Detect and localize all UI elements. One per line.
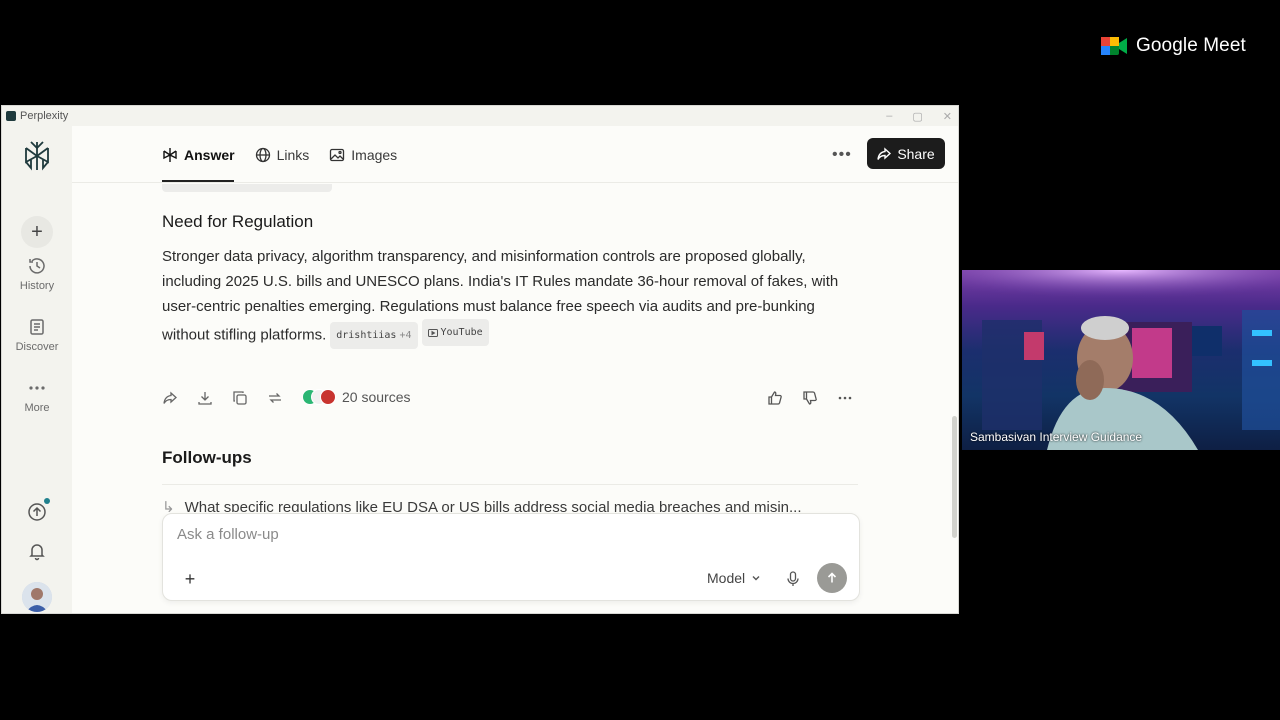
citation-chip-youtube[interactable]: YouTube [421, 319, 489, 346]
notification-dot [44, 498, 50, 504]
tab-answer[interactable]: Answer [162, 144, 235, 166]
submit-button[interactable] [817, 563, 847, 593]
image-icon [330, 148, 345, 162]
sidebar-item-label: History [19, 280, 55, 292]
share-answer-icon[interactable] [162, 390, 178, 406]
model-label: Model [707, 570, 746, 586]
citation-more-count: +4 [399, 329, 412, 341]
globe-icon [255, 147, 270, 163]
followups-divider [162, 484, 858, 485]
follow-up-input[interactable]: Ask a follow-up [177, 526, 279, 543]
followups-heading: Follow-ups [162, 448, 252, 467]
thumbs-up-icon[interactable] [767, 390, 783, 406]
perplexity-icon [163, 148, 177, 162]
tab-images[interactable]: Images [329, 144, 397, 166]
more-icon [29, 386, 45, 390]
sidebar-item-label: Discover [15, 341, 59, 353]
participant-video-tile[interactable]: Sambasivan Interview Guidance [962, 270, 1280, 450]
previous-citation-chip [162, 184, 332, 192]
meet-brand-name: Google Meet [1136, 35, 1246, 56]
rewrite-icon[interactable] [267, 390, 283, 406]
discover-icon [30, 319, 44, 335]
sidebar: + History Discover More [2, 126, 72, 613]
perplexity-window: Perplexity – ▢ ✕ + History Discover More… [1, 105, 959, 614]
answer-more-icon[interactable] [837, 390, 853, 406]
microphone-icon[interactable] [785, 570, 801, 588]
download-icon[interactable] [197, 390, 213, 406]
arrow-up-icon [827, 572, 837, 583]
source-favicon-icon [320, 389, 336, 405]
sidebar-item-discover[interactable]: Discover [2, 317, 72, 353]
share-icon [877, 146, 892, 160]
window-title: Perplexity [20, 110, 69, 122]
model-selector[interactable]: Model [707, 570, 761, 586]
window-titlebar[interactable]: Perplexity – ▢ ✕ [2, 106, 958, 126]
sidebar-item-label: More [24, 402, 50, 414]
answer-actions: 20 sources [162, 388, 862, 408]
citation-label: YouTube [440, 327, 483, 338]
answer-paragraph: Stronger data privacy, algorithm transpa… [162, 244, 862, 349]
sidebar-item-more[interactable]: More [2, 378, 72, 414]
source-favicons [302, 389, 336, 405]
maximize-icon[interactable]: ▢ [912, 110, 922, 123]
citation-chip-drishtiias[interactable]: drishtiias +4 [330, 321, 418, 349]
share-label: Share [897, 145, 935, 162]
followup-text: What specific regulations like EU DSA or… [184, 499, 802, 512]
sources-button[interactable]: 20 sources [302, 389, 410, 405]
bell-icon[interactable] [27, 541, 47, 561]
attach-button[interactable]: + [177, 566, 203, 592]
section-title: Need for Regulation [162, 212, 314, 231]
meet-camera-icon [1101, 37, 1127, 55]
video-icon [427, 328, 438, 337]
avatar[interactable] [22, 582, 52, 612]
thread-options-icon[interactable]: ••• [832, 146, 852, 164]
new-thread-button[interactable]: + [21, 216, 53, 248]
follow-up-composer: Ask a follow-up + Model [162, 513, 860, 601]
participant-video [962, 270, 1280, 450]
main-content: Answer Links Images ••• Share Need for R… [72, 126, 958, 613]
share-button[interactable]: Share [867, 138, 945, 169]
followup-item[interactable]: ↳ What specific regulations like EU DSA o… [162, 498, 858, 512]
close-icon[interactable]: ✕ [943, 110, 952, 123]
participant-name: Sambasivan Interview Guidance [970, 430, 1143, 444]
answer-text: Stronger data privacy, algorithm transpa… [162, 248, 839, 344]
tab-label: Links [276, 147, 310, 163]
user-avatar-icon [22, 582, 52, 612]
minimize-icon[interactable]: – [886, 110, 892, 122]
history-icon [29, 258, 45, 274]
sources-count: 20 sources [342, 389, 411, 405]
chevron-down-icon [752, 576, 760, 581]
copy-icon[interactable] [232, 390, 248, 406]
upgrade-icon[interactable] [27, 502, 47, 522]
header-divider [72, 182, 958, 183]
followup-arrow-icon: ↳ [162, 499, 175, 512]
tab-links[interactable]: Links [255, 144, 310, 166]
sidebar-item-history[interactable]: History [2, 256, 72, 292]
tab-label: Answer [184, 147, 235, 163]
result-tabs: Answer Links Images [162, 144, 397, 166]
perplexity-logo-icon[interactable] [22, 140, 52, 172]
google-meet-logo: Google Meet [1100, 34, 1246, 58]
thumbs-down-icon[interactable] [802, 390, 818, 406]
citation-label: drishtiias [336, 329, 397, 341]
tab-label: Images [351, 147, 398, 163]
scrollbar[interactable] [952, 416, 957, 538]
perplexity-app-icon [6, 111, 16, 121]
screen: Google Meet Sambasivan Interview Guidanc… [0, 0, 1280, 720]
